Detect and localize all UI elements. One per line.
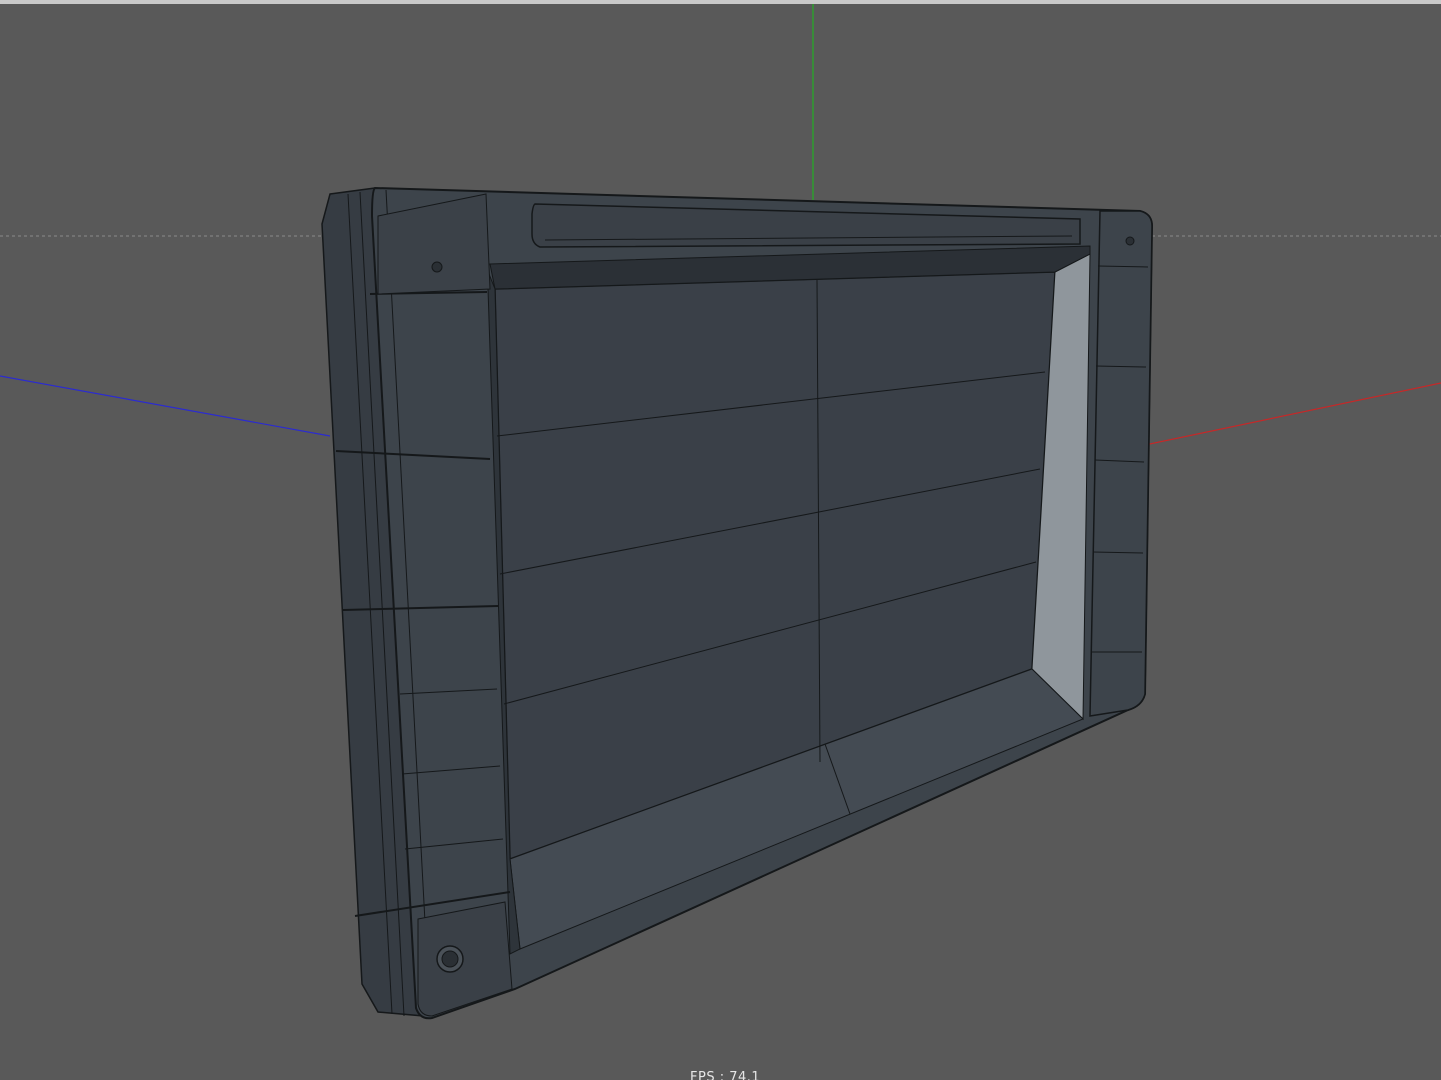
- x-axis-line: [1139, 382, 1441, 447]
- screw-hole-icon: [417, 901, 513, 1017]
- frame-mesh[interactable]: [321, 186, 1154, 1020]
- right-corner-notch-icon: [1125, 236, 1135, 246]
- scene-canvas[interactable]: [0, 4, 1441, 1080]
- fps-counter: FPS : 74.1: [690, 1070, 761, 1080]
- 3d-viewport[interactable]: FPS : 74.1: [0, 0, 1441, 1080]
- right-column: [1089, 210, 1153, 717]
- z-axis-line: [0, 375, 331, 437]
